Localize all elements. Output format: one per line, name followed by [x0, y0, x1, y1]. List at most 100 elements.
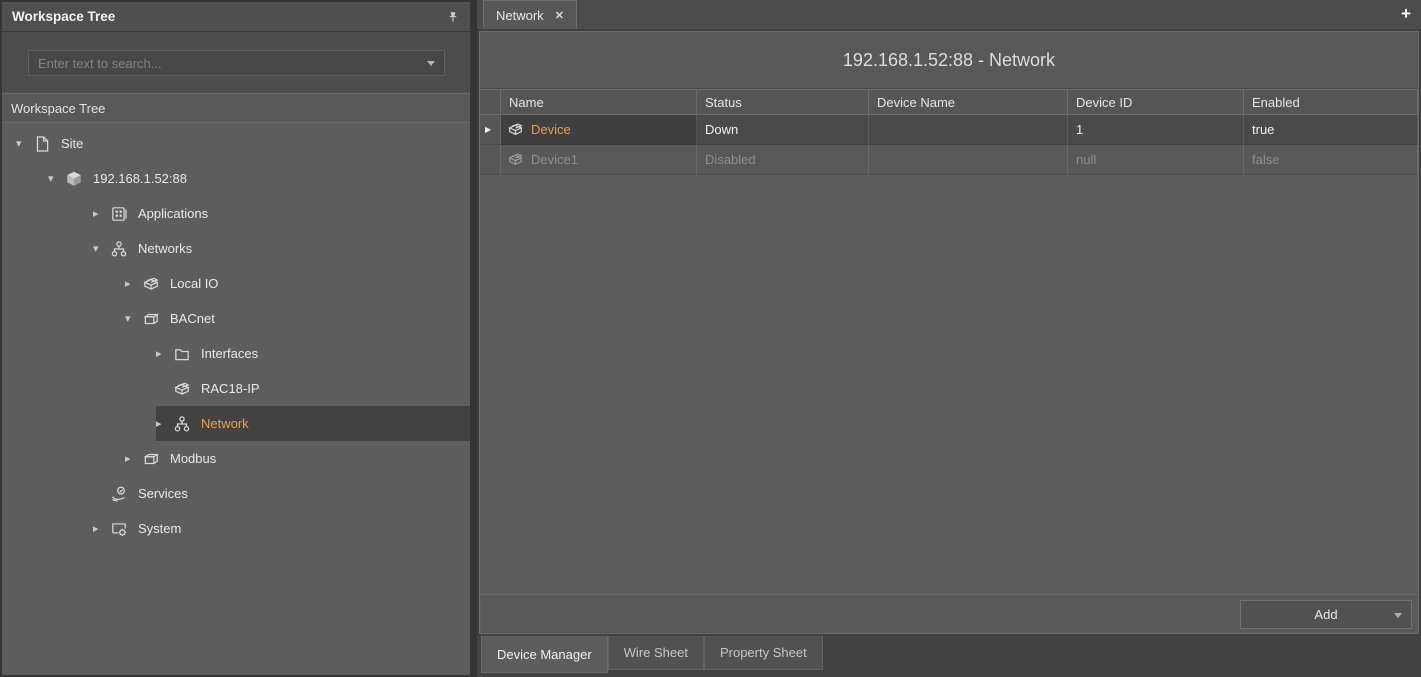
tree-item-label: Local IO	[170, 276, 218, 291]
cell-name[interactable]: Device	[501, 115, 697, 145]
tree-item-modbus[interactable]: ▸ Modbus	[2, 441, 470, 476]
collapse-arrow-icon[interactable]: ▾	[93, 242, 110, 255]
protocol-box-icon	[142, 450, 162, 468]
protocol-box-icon	[142, 310, 162, 328]
tree-item-label: Networks	[138, 241, 192, 256]
cell-value: 1	[1076, 122, 1083, 137]
column-header-status[interactable]: Status	[697, 90, 869, 114]
tree-item-label: Modbus	[170, 451, 216, 466]
column-header-device-id[interactable]: Device ID	[1068, 90, 1244, 114]
expand-arrow-icon[interactable]: ▸	[93, 522, 110, 535]
bottom-tab-property-sheet[interactable]: Property Sheet	[704, 636, 823, 670]
expand-arrow-icon[interactable]: ▸	[156, 347, 173, 360]
cell-value: Device	[531, 122, 571, 137]
table-row[interactable]: Device1Disabled null false	[480, 145, 1418, 175]
bottom-tab-wire-sheet[interactable]: Wire Sheet	[608, 636, 704, 670]
cell-name[interactable]: Device1	[501, 145, 697, 175]
tree-item-local-io[interactable]: ▸ Local IO	[2, 266, 470, 301]
tree-item-body: ▸ System	[93, 511, 470, 546]
tree-item-label: Applications	[138, 206, 208, 221]
tree-item-networks[interactable]: ▾ Networks	[2, 231, 470, 266]
tree-item-body: ▸ Applications	[93, 196, 470, 231]
tree-item-body: ▸Interfaces	[156, 336, 470, 371]
expand-arrow-icon[interactable]: ▸	[156, 417, 173, 430]
collapse-arrow-icon[interactable]: ▾	[125, 312, 142, 325]
column-header-name[interactable]: Name	[501, 90, 697, 114]
cell-device-name[interactable]	[869, 145, 1068, 175]
cell-device-id[interactable]: null	[1068, 145, 1244, 175]
tree-item-services[interactable]: Services	[2, 476, 470, 511]
tree-item-network[interactable]: ▸Network	[2, 406, 470, 441]
tree-item-body: ▾ Networks	[93, 231, 470, 266]
cell-value: Down	[705, 122, 738, 137]
tree-item-body: Services	[93, 476, 470, 511]
bottom-tab-device-manager[interactable]: Device Manager	[481, 636, 608, 673]
tree-item-site[interactable]: ▾ Site	[2, 126, 470, 161]
pin-icon[interactable]	[446, 10, 460, 24]
grid-toolbar: Add	[481, 594, 1417, 633]
cell-value: true	[1252, 122, 1274, 137]
tree-item-label: System	[138, 521, 181, 536]
workspace-tree-subheader: Workspace Tree	[2, 94, 470, 123]
table-row[interactable]: ▶ Device Down 1 true	[480, 115, 1418, 145]
io-box-icon	[507, 121, 524, 138]
applications-icon	[110, 205, 130, 223]
search-input[interactable]	[38, 56, 427, 71]
expand-arrow-icon[interactable]: ▸	[93, 207, 110, 220]
chevron-down-icon[interactable]	[427, 61, 435, 66]
row-indicator-arrow-icon: ▶	[485, 125, 491, 134]
row-indicator[interactable]	[480, 145, 501, 175]
document-tabstrip: Network ✕ +	[477, 0, 1421, 29]
io-box-icon	[507, 151, 524, 168]
tab-network[interactable]: Network ✕	[483, 0, 577, 29]
tree-item-body: RAC18-IP	[156, 371, 470, 406]
new-tab-button[interactable]: +	[1401, 3, 1411, 25]
tree-item-body: ▸ Modbus	[125, 441, 470, 476]
tree-item-body: ▸ Local IO	[125, 266, 470, 301]
device-manager-panel: 192.168.1.52:88 - Network NameStatusDevi…	[477, 29, 1421, 636]
controller-box-icon	[65, 170, 85, 188]
tree-item-label: Services	[138, 486, 188, 501]
folder-icon	[173, 345, 193, 363]
workspace-tree-panel: Workspace Tree Workspace Tree ▾ Site ▾192.…	[0, 0, 470, 677]
search-box[interactable]	[28, 50, 445, 76]
cell-enabled[interactable]: false	[1244, 145, 1418, 175]
workspace-tree: ▾ Site ▾192.168.1.52:88 ▸ Applications ▾ Netwo…	[2, 123, 470, 675]
tree-item-system[interactable]: ▸ System	[2, 511, 470, 546]
chevron-down-icon[interactable]	[1394, 613, 1402, 618]
panel-splitter[interactable]	[470, 0, 477, 677]
expand-arrow-icon[interactable]: ▸	[125, 452, 142, 465]
tree-item-applications[interactable]: ▸ Applications	[2, 196, 470, 231]
tree-item-label: Site	[61, 136, 83, 151]
tree-item-192-168-1-52-88[interactable]: ▾192.168.1.52:88	[2, 161, 470, 196]
tab-label: Network	[496, 8, 544, 23]
add-button-label: Add	[1241, 607, 1411, 622]
expand-arrow-icon[interactable]: ▸	[125, 277, 142, 290]
close-icon[interactable]: ✕	[555, 9, 564, 22]
system-gear-icon	[110, 520, 130, 538]
cell-value: false	[1252, 152, 1279, 167]
column-header-device-name[interactable]: Device Name	[869, 90, 1068, 114]
cell-value: null	[1076, 152, 1096, 167]
cell-enabled[interactable]: true	[1244, 115, 1418, 145]
column-header-enabled[interactable]: Enabled	[1244, 90, 1418, 114]
tree-item-label: BACnet	[170, 311, 215, 326]
collapse-arrow-icon[interactable]: ▾	[16, 137, 33, 150]
workspace-tree-header: Workspace Tree	[2, 2, 470, 32]
cell-status[interactable]: Disabled	[697, 145, 869, 175]
io-box-icon	[142, 275, 162, 293]
main-region: Network ✕ + 192.168.1.52:88 - Network Na…	[477, 0, 1421, 677]
cell-device-name[interactable]	[869, 115, 1068, 145]
cell-device-id[interactable]: 1	[1068, 115, 1244, 145]
tree-item-rac18-ip[interactable]: RAC18-IP	[2, 371, 470, 406]
tree-item-bacnet[interactable]: ▾ BACnet	[2, 301, 470, 336]
io-box-icon	[173, 380, 193, 398]
workspace-tree-title: Workspace Tree	[12, 9, 446, 24]
collapse-arrow-icon[interactable]: ▾	[48, 172, 65, 185]
tree-item-interfaces[interactable]: ▸Interfaces	[2, 336, 470, 371]
row-indicator[interactable]: ▶	[480, 115, 501, 145]
add-button[interactable]: Add	[1240, 600, 1412, 629]
cell-status[interactable]: Down	[697, 115, 869, 145]
document-icon	[33, 135, 53, 153]
view-tabs: Device ManagerWire SheetProperty Sheet	[477, 636, 1421, 677]
